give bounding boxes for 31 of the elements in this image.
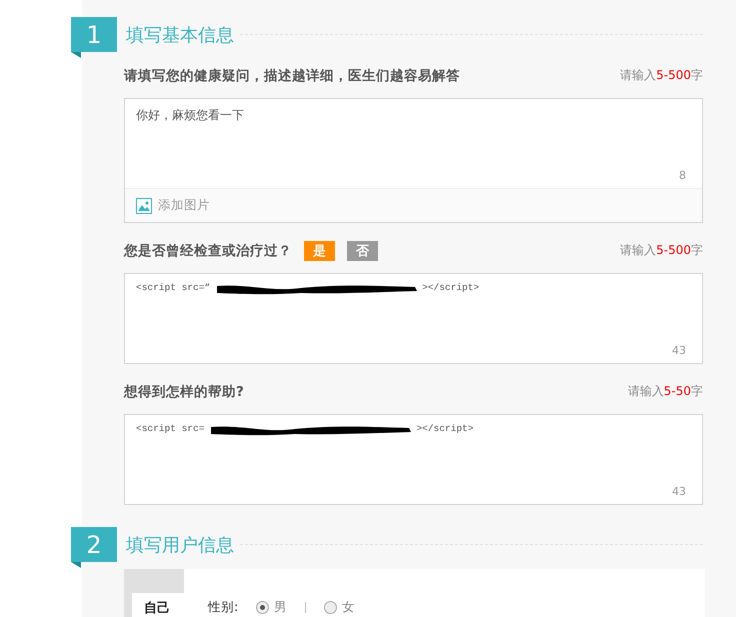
add-image-link[interactable]: 添加图片 bbox=[158, 197, 210, 214]
step-title: 填写用户信息 bbox=[126, 534, 234, 556]
question-field[interactable]: 你好，麻烦您看一下 8 添加图片 bbox=[124, 98, 703, 223]
char-count: 43 bbox=[672, 485, 686, 498]
choice-button[interactable]: 否 bbox=[347, 240, 378, 260]
question-label: 请填写您的健康疑问，描述越详细，医生们越容易解答 bbox=[124, 66, 460, 84]
field-value: ></script> bbox=[416, 423, 474, 434]
field-value: ></script> bbox=[422, 282, 480, 293]
gender-radio[interactable]: 男 bbox=[256, 599, 288, 616]
user-tab[interactable]: 自己 bbox=[132, 593, 184, 617]
length-hint: 请输入5-500字 bbox=[620, 242, 703, 259]
char-count: 8 bbox=[679, 169, 686, 182]
question-field[interactable]: <script src=“ ></script> 43 bbox=[124, 273, 703, 364]
image-icon bbox=[136, 198, 152, 214]
step-title: 填写基本信息 bbox=[126, 24, 234, 46]
gender-radio[interactable]: 女 bbox=[324, 599, 356, 616]
char-count: 43 bbox=[672, 344, 686, 357]
length-hint: 请输入5-500字 bbox=[620, 67, 703, 84]
gender-label: 性别: bbox=[208, 599, 238, 616]
step-number: 1 bbox=[71, 17, 117, 52]
choice-button[interactable]: 是 bbox=[304, 240, 335, 260]
question-field[interactable]: <script src= ></script> 43 bbox=[124, 414, 703, 505]
question-label: 您是否曾经检查或治疗过？ bbox=[124, 242, 292, 260]
step-number: 2 bbox=[71, 527, 117, 562]
ribbon-fold bbox=[71, 52, 81, 58]
length-hint: 请输入5-50字 bbox=[628, 383, 703, 400]
field-value: <script src= bbox=[136, 423, 204, 434]
question-label: 想得到怎样的帮助? bbox=[124, 382, 244, 400]
field-value: <script src=“ bbox=[136, 282, 210, 293]
field-value: 你好，麻烦您看一下 bbox=[136, 107, 244, 124]
ribbon-fold bbox=[71, 562, 81, 568]
